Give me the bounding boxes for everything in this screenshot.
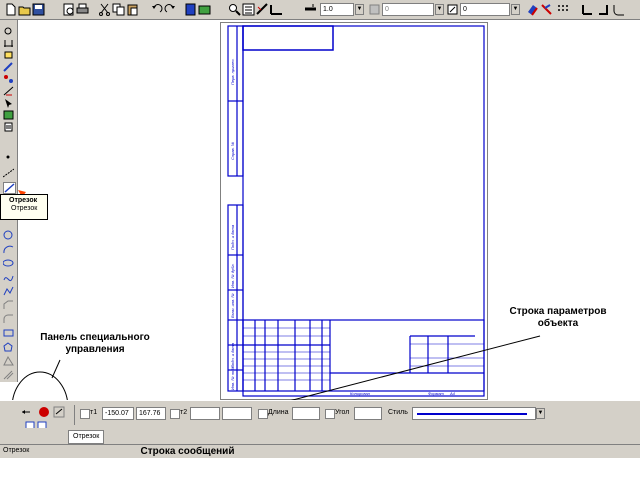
- y2-field[interactable]: [222, 407, 252, 420]
- annotation-message-row: Строка сообщений: [140, 446, 235, 457]
- t1-label: т1: [90, 409, 98, 416]
- stop-icon[interactable]: [39, 407, 49, 417]
- stamp-copied-label: Копировал: [350, 391, 371, 396]
- stamp-label-orig-inv: Инв. № подл.: [230, 365, 235, 390]
- annotation-params-row: Строка параметров объекта: [509, 306, 607, 329]
- stamp-format-value: A4: [449, 391, 456, 396]
- auto-create-icon[interactable]: [53, 406, 65, 418]
- t2-label: т2: [180, 409, 188, 416]
- properties-divider: [74, 405, 75, 425]
- tab-segment-label: Отрезок: [73, 433, 100, 440]
- style-label: Стиль: [388, 409, 408, 416]
- tab-segment[interactable]: Отрезок: [68, 430, 105, 444]
- length-field[interactable]: [292, 407, 320, 420]
- status-bar: Отрезок: [0, 444, 640, 458]
- stamp-label-sign-date-2: Подп. и дата: [230, 342, 235, 368]
- y1-field[interactable]: 167.76: [136, 407, 166, 420]
- tab-bar: Отрезок: [0, 428, 640, 444]
- tooltip-line2: Отрезок: [11, 205, 38, 212]
- stamp-label-sign-date-1: Подп. и дата: [230, 224, 235, 250]
- x2-field[interactable]: [190, 407, 220, 420]
- undo-arrow-icon[interactable]: [22, 410, 30, 414]
- line-style-dropdown[interactable]: ▼: [536, 408, 545, 419]
- line-style-sample: [417, 413, 527, 415]
- length-checkbox[interactable]: [258, 409, 268, 419]
- annotation-special-panel: Панель специального управления: [40, 332, 150, 355]
- stamp-label-ref-no: Справ. №: [230, 141, 235, 160]
- t1-checkbox[interactable]: [80, 409, 90, 419]
- stamp-label-dup-inv: Инв. № дубл.: [230, 263, 235, 288]
- status-message: Отрезок: [3, 447, 30, 454]
- stamp-label-primary-use: Перв. примен.: [230, 58, 235, 85]
- x1-field[interactable]: -150.07: [102, 407, 134, 420]
- angle-field[interactable]: [354, 407, 382, 420]
- angle-checkbox[interactable]: [325, 409, 335, 419]
- angle-label: Угол: [335, 409, 350, 416]
- t2-checkbox[interactable]: [170, 409, 180, 419]
- segment-tooltip: Отрезок Отрезок: [0, 194, 48, 220]
- stamp-format-label: Формат: [428, 391, 445, 396]
- stamp-label-repl-inv: Взам. инв. №: [230, 293, 235, 318]
- tooltip-title: Отрезок: [9, 197, 38, 204]
- line-style-field[interactable]: [412, 407, 536, 420]
- length-label: Длина: [268, 409, 289, 416]
